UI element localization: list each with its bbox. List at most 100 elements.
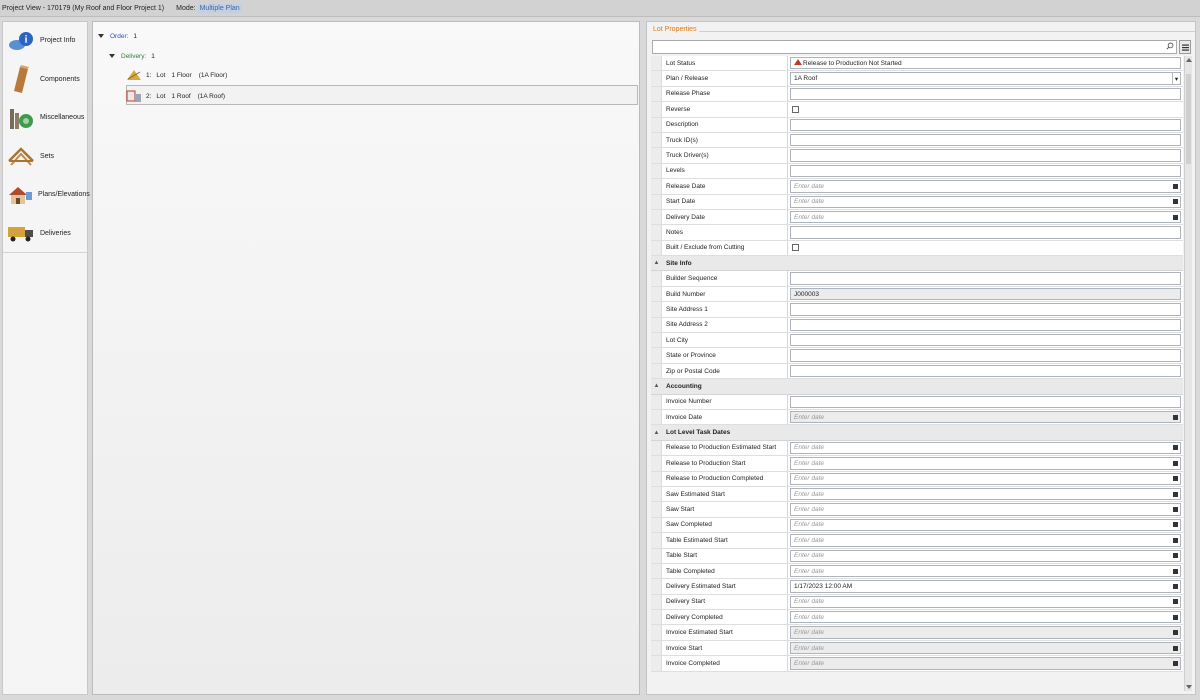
calendar-icon[interactable] [1173,183,1178,189]
scroll-up-icon[interactable] [1186,58,1192,62]
calendar-icon[interactable] [1173,460,1178,466]
property-value-cell: Release to Production Not Started [788,56,1183,70]
tree-lot-node[interactable]: 2: Lot 1 Roof (1A Roof) [126,89,225,103]
date-input[interactable]: Enter date [790,534,1181,547]
row-gutter [651,502,662,517]
property-row: Delivery Estimated Start 1/17/2023 12:00 … [651,579,1183,595]
calendar-icon[interactable] [1173,645,1178,651]
calendar-icon[interactable] [1173,214,1178,220]
property-text-input[interactable] [790,272,1181,285]
property-text-input[interactable] [790,334,1181,347]
category-label: Site Info [666,259,692,267]
lot-label: Lot [156,92,166,100]
collapse-caret-icon[interactable]: ▲ [651,260,662,266]
property-text-input[interactable] [790,303,1181,316]
property-text-input[interactable] [790,364,1181,378]
date-input[interactable]: Enter date [790,410,1181,424]
calendar-icon[interactable] [1173,414,1178,420]
search-icon[interactable] [1166,42,1174,52]
date-input[interactable]: Enter date [790,195,1181,208]
date-input[interactable]: Enter date [790,564,1181,578]
date-input[interactable]: Enter date [790,457,1181,470]
sidebar-item-plans-elevations[interactable]: Plans/Elevations [3,176,90,215]
sidebar-item-miscellaneous[interactable]: Miscellaneous [3,99,87,138]
vertical-scrollbar[interactable] [1184,56,1192,691]
lot-roof-icon [126,89,142,103]
property-row: Notes [651,225,1183,241]
scroll-down-icon[interactable] [1186,685,1192,689]
date-input[interactable]: Enter date [790,487,1181,501]
tree-lot-node[interactable]: 1: Lot 1 Floor (1A Floor) [126,68,227,82]
date-input[interactable]: Enter date [790,503,1181,516]
calendar-icon[interactable] [1173,522,1178,528]
calendar-icon[interactable] [1173,537,1178,543]
collapse-triangle-icon[interactable] [109,54,115,58]
plan-release-dropdown[interactable]: 1A Roof ▾ [790,72,1181,85]
category-header[interactable]: ▲ Site Info [651,256,1183,272]
calendar-icon[interactable] [1173,199,1178,205]
calendar-icon[interactable] [1173,660,1178,666]
property-text-input[interactable] [790,149,1181,162]
date-input[interactable]: Enter date [790,549,1181,562]
row-gutter [651,209,662,225]
calendar-icon[interactable] [1173,476,1178,482]
sidebar-item-components[interactable]: Components [3,61,87,100]
row-gutter [651,456,662,471]
date-input[interactable]: 1/17/2023 12:00 AM [790,580,1181,593]
mode-value[interactable]: Multiple Plan [197,3,242,13]
property-value-cell [788,318,1183,332]
property-label: Site Address 1 [662,302,788,317]
calendar-icon[interactable] [1173,507,1178,513]
date-input[interactable]: Enter date [790,595,1181,609]
collapse-triangle-icon[interactable] [98,34,104,38]
date-input[interactable]: Enter date [790,626,1181,639]
sidebar-item-label: Deliveries [40,229,71,237]
field-value: J000003 [794,290,819,298]
date-input[interactable]: Enter date [790,180,1181,193]
property-text-input[interactable] [790,164,1181,178]
sidebar-item-project-info[interactable]: i Project Info [3,22,87,61]
calendar-icon[interactable] [1173,491,1178,497]
property-checkbox[interactable] [792,244,799,252]
scroll-thumb[interactable] [1186,74,1191,164]
chevron-down-icon[interactable]: ▾ [1172,73,1180,84]
date-input[interactable]: Enter date [790,518,1181,532]
calendar-icon[interactable] [1173,630,1178,636]
property-text-input[interactable] [790,87,1181,101]
sidebar-item-sets[interactable]: Sets [3,138,87,177]
date-input[interactable]: Enter date [790,441,1181,455]
property-text-input[interactable] [790,318,1181,332]
property-label: State or Province [662,348,788,363]
property-text-input[interactable] [790,349,1181,362]
sidebar-item-label: Sets [40,152,55,160]
collapse-caret-icon[interactable]: ▲ [651,430,662,436]
sidebar-item-deliveries[interactable]: Deliveries [3,215,87,253]
tree-order-node[interactable]: Order: 1 [98,29,137,43]
date-input[interactable]: Enter date [790,641,1181,655]
property-text-input[interactable] [790,226,1181,239]
date-input[interactable]: Enter date [790,657,1181,670]
property-text-input[interactable] [790,395,1181,408]
property-checkbox[interactable] [792,105,799,113]
row-gutter [651,548,662,563]
calendar-icon[interactable] [1173,614,1178,620]
property-text-input[interactable] [790,133,1181,147]
tree-delivery-node[interactable]: Delivery: 1 [109,49,155,63]
panel-menu-button[interactable] [1179,40,1191,54]
property-search-input[interactable] [652,40,1177,54]
property-value-cell: Enter date [788,410,1183,424]
calendar-icon[interactable] [1173,568,1178,574]
date-input[interactable]: Enter date [790,210,1181,224]
category-header[interactable]: ▲ Accounting [651,379,1183,395]
calendar-icon[interactable] [1173,445,1178,451]
row-gutter [651,610,662,625]
date-input[interactable]: Enter date [790,611,1181,624]
property-text-input[interactable] [790,118,1181,131]
date-input[interactable]: Enter date [790,472,1181,485]
calendar-icon[interactable] [1173,583,1178,589]
calendar-icon[interactable] [1173,553,1178,559]
category-header[interactable]: ▲ Lot Level Task Dates [651,425,1183,441]
collapse-caret-icon[interactable]: ▲ [651,383,662,389]
calendar-icon[interactable] [1173,599,1178,605]
property-row: Delivery Start Enter date [651,594,1183,611]
